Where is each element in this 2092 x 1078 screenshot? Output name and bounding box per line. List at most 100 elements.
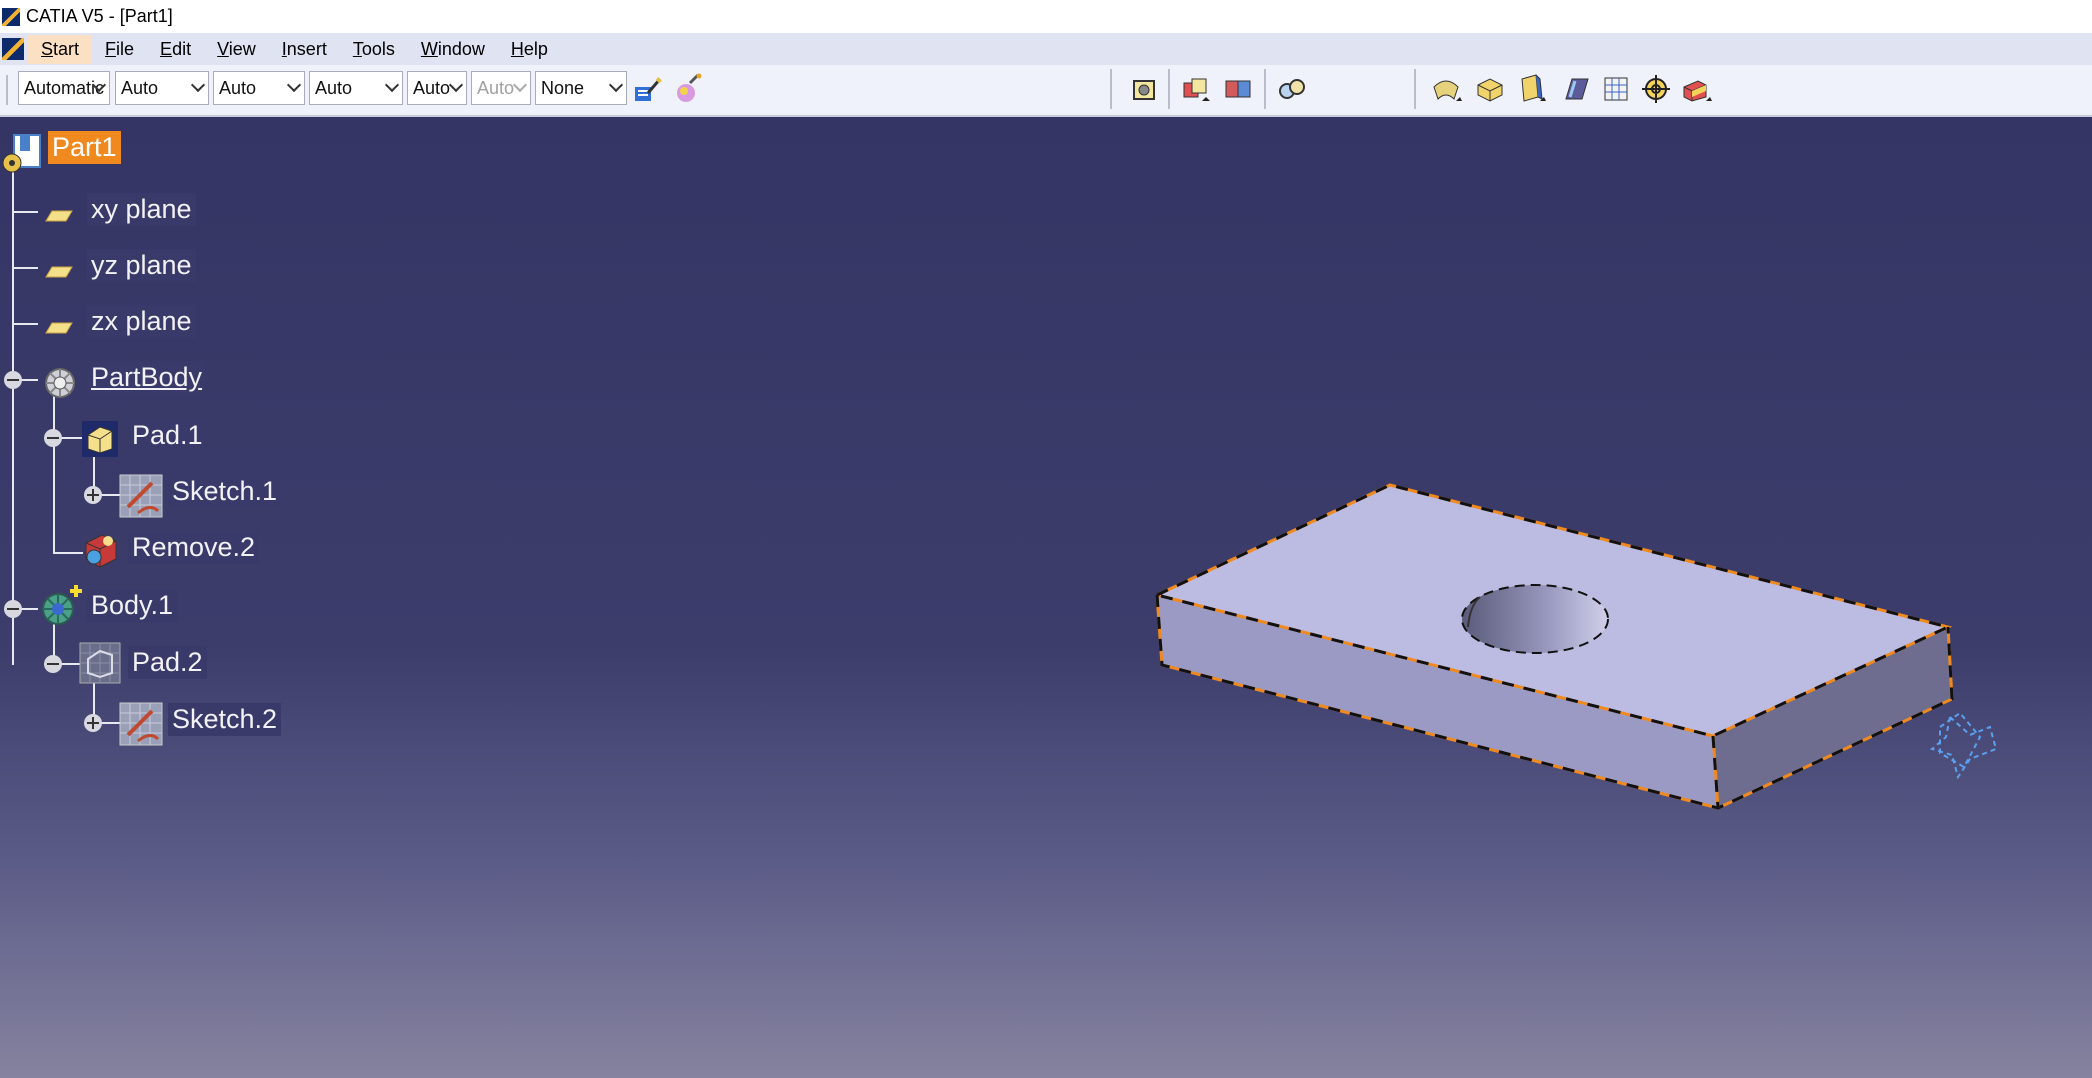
expand-toggle[interactable] (84, 714, 102, 732)
menu-insert[interactable]: Insert (269, 35, 340, 64)
part-icon[interactable] (0, 131, 44, 175)
tree-node-pad1-label: Pad.1 (132, 420, 203, 450)
tree-node-body1-label: Body.1 (91, 590, 174, 620)
pad-icon[interactable] (1474, 73, 1506, 105)
tree-connector (53, 395, 55, 553)
multi-box-icon[interactable] (1180, 73, 1212, 105)
painter-icon[interactable] (632, 73, 664, 105)
assembly-icon[interactable] (1222, 73, 1254, 105)
sketch-icon (119, 474, 163, 518)
tree-node-sketch1-label: Sketch.1 (172, 476, 278, 506)
tree-node-sketch2[interactable]: Sketch.2 (168, 703, 282, 736)
menu-view-rest: iew (228, 38, 256, 59)
linetype-combo-value: Auto (315, 78, 353, 98)
graphic-properties-toolbar: Automatic Auto Auto Auto Auto Auto None (0, 65, 2092, 117)
tree-node-yz-plane[interactable]: yz plane (87, 249, 196, 282)
tree-connector (53, 552, 83, 554)
revolve-icon[interactable] (1430, 73, 1462, 105)
toolbar-separator (1168, 69, 1170, 109)
toolbar-grip[interactable] (6, 75, 8, 105)
tree-node-xy-plane[interactable]: xy plane (87, 193, 196, 226)
linetype-combo[interactable]: Auto (309, 71, 403, 105)
tree-connector (12, 267, 38, 269)
menu-file-rest: ile (116, 38, 135, 59)
chevron-down-icon (512, 77, 528, 93)
collapse-toggle[interactable] (44, 429, 62, 447)
chevron-down-icon (608, 77, 624, 93)
paint-bucket-icon[interactable] (672, 73, 704, 105)
tree-node-pad1[interactable]: Pad.1 (128, 419, 207, 452)
expand-toggle[interactable] (84, 486, 102, 504)
menu-start-accel: S (41, 38, 54, 59)
menu-start[interactable]: Start (28, 34, 93, 64)
layer-combo-value: None (541, 78, 585, 98)
menu-tools-rest: ools (361, 38, 395, 59)
layer-combo[interactable]: None (535, 71, 627, 105)
axis-system-icon (1929, 711, 1998, 780)
line-thickness-combo-value: Auto (219, 78, 257, 98)
tree-node-body1[interactable]: Body.1 (87, 589, 178, 622)
tree-node-xy-plane-label: xy plane (91, 194, 192, 224)
menu-bar: Start File Edit View Insert Tools Window… (0, 33, 2092, 65)
menu-edit-accel: E (160, 38, 173, 59)
rendering-style-combo: Auto (471, 71, 531, 105)
toolbar-separator (1414, 69, 1416, 109)
tree-connector (12, 211, 38, 213)
3d-viewport[interactable]: Part1 xy plane yz plane zx plane PartBod… (0, 117, 2092, 1078)
shaft-icon[interactable] (1680, 73, 1712, 105)
menu-edit[interactable]: Edit (147, 35, 204, 64)
menu-help-rest: elp (523, 38, 548, 59)
menu-window[interactable]: Window (408, 35, 498, 64)
plane-icon (45, 266, 73, 278)
rendering-style-combo-value: Auto (477, 78, 515, 98)
tree-connector (12, 165, 14, 665)
rib-icon[interactable] (1560, 73, 1592, 105)
pocket-icon[interactable] (1514, 73, 1546, 105)
tree-node-zx-plane[interactable]: zx plane (87, 305, 196, 338)
tree-node-part1[interactable]: Part1 (48, 131, 121, 164)
menu-edit-rest: dit (172, 38, 192, 59)
sketch-icon (119, 702, 163, 746)
tree-node-pad2[interactable]: Pad.2 (128, 646, 207, 679)
tree-connector (12, 323, 38, 325)
body-add-icon (42, 585, 82, 625)
transparency-combo-value: Auto (121, 78, 159, 98)
toolbar-separator (1264, 69, 1266, 109)
body-icon (45, 368, 75, 398)
plane-icon (45, 322, 73, 334)
tree-node-partbody-label: PartBody (91, 362, 203, 392)
collapse-toggle[interactable] (4, 371, 22, 389)
transparency-combo[interactable]: Auto (115, 71, 209, 105)
menu-help[interactable]: Help (498, 35, 561, 64)
grid-icon[interactable] (1600, 73, 1632, 105)
color-combo[interactable]: Automatic (18, 71, 110, 105)
menu-tools[interactable]: Tools (340, 35, 408, 64)
point-symbol-combo[interactable]: Auto (407, 71, 467, 105)
3d-part-model[interactable] (1140, 477, 2020, 957)
menu-file[interactable]: File (92, 35, 147, 64)
tree-node-remove2[interactable]: Remove.2 (128, 531, 260, 564)
part-hole[interactable] (1461, 584, 1609, 654)
menu-help-accel: H (510, 38, 524, 59)
gear-box-icon[interactable] (1128, 73, 1160, 105)
toolbar-separator (1110, 69, 1112, 109)
tree-node-sketch1[interactable]: Sketch.1 (168, 475, 282, 508)
chevron-down-icon (286, 77, 302, 93)
target-icon[interactable] (1640, 73, 1672, 105)
collapse-toggle[interactable] (44, 655, 62, 673)
window-title: CATIA V5 - [Part1] (26, 6, 173, 26)
catia-app-icon (2, 7, 20, 26)
tree-node-sketch2-label: Sketch.2 (172, 704, 278, 734)
tree-node-partbody[interactable]: PartBody (87, 361, 207, 394)
menu-tools-accel: T (352, 38, 362, 59)
chevron-down-icon (190, 77, 206, 93)
catia-menu-icon[interactable] (2, 38, 24, 60)
link-icon[interactable] (1276, 73, 1308, 105)
tree-node-remove2-label: Remove.2 (132, 532, 256, 562)
collapse-toggle[interactable] (4, 600, 22, 618)
menu-view[interactable]: View (204, 35, 269, 64)
menu-insert-rest: nsert (286, 38, 327, 59)
tree-node-zx-plane-label: zx plane (91, 306, 192, 336)
title-bar: CATIA V5 - [Part1] (0, 0, 2092, 33)
line-thickness-combo[interactable]: Auto (213, 71, 305, 105)
